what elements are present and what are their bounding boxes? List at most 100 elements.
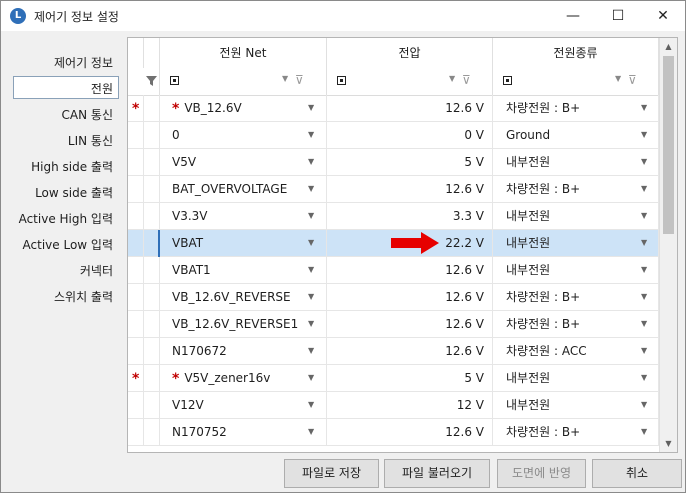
cell-power-type[interactable]: 차량전원 : B+ ▼ [493, 284, 659, 311]
sidebar-item[interactable]: Active High 입력 [19, 210, 113, 227]
close-button[interactable]: ✕ [640, 1, 685, 31]
cell-power-type[interactable]: 내부전원 ▼ [493, 203, 659, 230]
cell-net[interactable]: BAT_OVERVOLTAGE ▼ [160, 176, 327, 203]
maximize-button[interactable]: ☐ [595, 1, 641, 31]
chevron-down-icon[interactable]: ▼ [449, 74, 455, 83]
chevron-down-icon[interactable]: ▼ [308, 176, 314, 202]
table-row[interactable]: BAT_OVERVOLTAGE ▼ 12.6 V 차량전원 : B+ ▼ [128, 176, 659, 203]
sidebar-item[interactable]: Active Low 입력 [23, 236, 113, 253]
filter-operator-icon[interactable] [503, 76, 512, 85]
cell-power-type[interactable]: 차량전원 : ACC ▼ [493, 338, 659, 365]
sidebar-item[interactable]: Low side 출력 [35, 184, 113, 201]
chevron-down-icon[interactable]: ▼ [641, 203, 647, 229]
chevron-down-icon[interactable]: ▼ [641, 338, 647, 364]
chevron-down-icon[interactable]: ▼ [641, 230, 647, 256]
scroll-down-icon[interactable]: ▼ [660, 435, 677, 452]
cell-power-type[interactable]: 차량전원 : B+ ▼ [493, 419, 659, 446]
chevron-down-icon[interactable]: ▼ [641, 176, 647, 202]
clear-filter-icon[interactable]: ⊽ [295, 73, 304, 87]
table-row[interactable]: V3.3V ▼ 3.3 V 내부전원 ▼ [128, 203, 659, 230]
chevron-down-icon[interactable]: ▼ [641, 419, 647, 445]
sidebar-item[interactable]: 커넥터 [80, 262, 113, 279]
cell-power-type[interactable]: 차량전원 : B+ ▼ [493, 176, 659, 203]
chevron-down-icon[interactable]: ▼ [308, 365, 314, 391]
load-from-file-button[interactable]: 파일 불러오기 [384, 459, 490, 488]
cell-power-type[interactable]: 내부전원 ▼ [493, 365, 659, 392]
chevron-down-icon[interactable]: ▼ [641, 311, 647, 337]
cell-net[interactable]: N170672 ▼ [160, 338, 327, 365]
chevron-down-icon[interactable]: ▼ [641, 122, 647, 148]
chevron-down-icon[interactable]: ▼ [308, 257, 314, 283]
cell-net[interactable]: VBAT1 ▼ [160, 257, 327, 284]
sidebar-item[interactable]: LIN 통신 [68, 132, 113, 149]
clear-filter-icon[interactable]: ⊽ [628, 73, 637, 87]
cell-net[interactable]: * V5V_zener16v ▼ [160, 365, 327, 392]
column-header-voltage[interactable]: 전압 [327, 38, 493, 68]
cell-net[interactable]: VB_12.6V_REVERSE1 ▼ [160, 311, 327, 338]
clear-filter-icon[interactable]: ⊽ [462, 73, 471, 87]
chevron-down-icon[interactable]: ▼ [308, 311, 314, 337]
chevron-down-icon[interactable]: ▼ [308, 230, 314, 256]
filter-operator-icon[interactable] [170, 76, 179, 85]
cell-voltage[interactable]: 12.6 V [327, 284, 493, 311]
filter-operator-icon[interactable] [337, 76, 346, 85]
chevron-down-icon[interactable]: ▼ [615, 74, 621, 83]
cell-voltage[interactable]: 12.6 V [327, 95, 493, 122]
chevron-down-icon[interactable]: ▼ [308, 419, 314, 445]
cell-voltage[interactable]: 12.6 V [327, 338, 493, 365]
sidebar-item[interactable]: High side 출력 [31, 158, 113, 175]
chevron-down-icon[interactable]: ▼ [641, 392, 647, 418]
chevron-down-icon[interactable]: ▼ [308, 203, 314, 229]
cell-voltage[interactable]: 0 V [327, 122, 493, 149]
cell-power-type[interactable]: 내부전원 ▼ [493, 257, 659, 284]
cell-power-type[interactable]: 내부전원 ▼ [493, 230, 659, 257]
table-row[interactable]: VB_12.6V_REVERSE ▼ 12.6 V 차량전원 : B+ ▼ [128, 284, 659, 311]
cell-net[interactable]: V12V ▼ [160, 392, 327, 419]
cell-voltage[interactable]: 12 V [327, 392, 493, 419]
filter-net[interactable]: ▼ ⊽ [160, 68, 327, 95]
vertical-scrollbar[interactable]: ▲ ▼ [659, 38, 677, 452]
cell-net[interactable]: 0 ▼ [160, 122, 327, 149]
cell-power-type[interactable]: Ground ▼ [493, 122, 659, 149]
chevron-down-icon[interactable]: ▼ [641, 365, 647, 391]
sidebar-item[interactable]: CAN 통신 [62, 106, 113, 123]
chevron-down-icon[interactable]: ▼ [308, 122, 314, 148]
cell-net[interactable]: * VB_12.6V ▼ [160, 95, 327, 122]
chevron-down-icon[interactable]: ▼ [308, 95, 314, 121]
chevron-down-icon[interactable]: ▼ [308, 338, 314, 364]
table-row[interactable]: 0 ▼ 0 V Ground ▼ [128, 122, 659, 149]
table-row[interactable]: VB_12.6V_REVERSE1 ▼ 12.6 V 차량전원 : B+ ▼ [128, 311, 659, 338]
table-row[interactable]: * * VB_12.6V ▼ 12.6 V 차량전원 : B+ ▼ [128, 95, 659, 122]
filter-type[interactable]: ▼ ⊽ [493, 68, 659, 95]
cell-voltage[interactable]: 12.6 V [327, 419, 493, 446]
sidebar-item[interactable]: 전원 [91, 80, 113, 97]
cell-power-type[interactable]: 차량전원 : B+ ▼ [493, 95, 659, 122]
chevron-down-icon[interactable]: ▼ [308, 284, 314, 310]
column-header-type[interactable]: 전원종류 [493, 38, 659, 68]
table-row[interactable]: VBAT1 ▼ 12.6 V 내부전원 ▼ [128, 257, 659, 284]
cell-net[interactable]: VBAT ▼ [160, 230, 327, 257]
sidebar-item[interactable]: 스위치 출력 [54, 288, 113, 305]
chevron-down-icon[interactable]: ▼ [641, 95, 647, 121]
chevron-down-icon[interactable]: ▼ [308, 149, 314, 175]
table-row[interactable]: V12V ▼ 12 V 내부전원 ▼ [128, 392, 659, 419]
table-row[interactable]: N170672 ▼ 12.6 V 차량전원 : ACC ▼ [128, 338, 659, 365]
table-row[interactable]: * * V5V_zener16v ▼ 5 V 내부전원 ▼ [128, 365, 659, 392]
chevron-down-icon[interactable]: ▼ [308, 392, 314, 418]
minimize-button[interactable]: — [550, 1, 596, 31]
cell-net[interactable]: V5V ▼ [160, 149, 327, 176]
cell-power-type[interactable]: 내부전원 ▼ [493, 149, 659, 176]
chevron-down-icon[interactable]: ▼ [282, 74, 288, 83]
scroll-up-icon[interactable]: ▲ [660, 38, 677, 55]
filter-voltage[interactable]: ▼ ⊽ [327, 68, 493, 95]
cell-net[interactable]: VB_12.6V_REVERSE ▼ [160, 284, 327, 311]
sidebar-item[interactable]: 제어기 정보 [54, 54, 113, 71]
table-row[interactable]: V5V ▼ 5 V 내부전원 ▼ [128, 149, 659, 176]
cell-voltage[interactable]: 5 V [327, 149, 493, 176]
cell-power-type[interactable]: 내부전원 ▼ [493, 392, 659, 419]
column-header-net[interactable]: 전원 Net [160, 38, 327, 68]
chevron-down-icon[interactable]: ▼ [641, 149, 647, 175]
cell-net[interactable]: N170752 ▼ [160, 419, 327, 446]
chevron-down-icon[interactable]: ▼ [641, 257, 647, 283]
cancel-button[interactable]: 취소 [592, 459, 682, 488]
